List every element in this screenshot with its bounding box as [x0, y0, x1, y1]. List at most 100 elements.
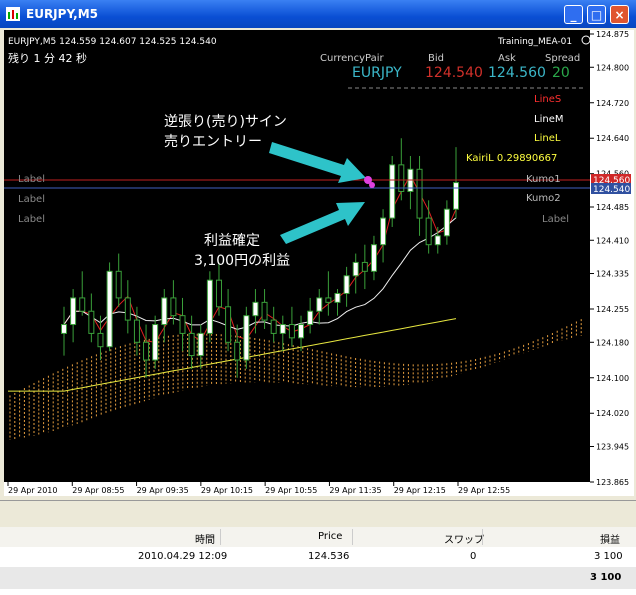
header-spread: Spread	[545, 53, 580, 64]
time-tick-label: 29 Apr 12:55	[458, 486, 510, 495]
candle-body	[398, 164, 405, 192]
candle-body	[425, 217, 432, 246]
candle-body	[70, 297, 77, 326]
row-price: 124.536	[308, 551, 350, 562]
line-s-label: LineS	[534, 94, 561, 105]
chart-window: EURJPY,M5 _ □ × 124.875 124.800 124.720 124…	[0, 0, 636, 500]
candle-body	[370, 244, 377, 272]
price-tick-label: 123.865	[596, 478, 629, 487]
candle-body	[88, 310, 95, 334]
total-profit: 3 100	[590, 572, 622, 583]
candle-body	[79, 297, 86, 312]
candle-body	[389, 164, 396, 219]
candle-body	[152, 324, 159, 361]
candle-body	[170, 297, 177, 317]
time-tick-label: 29 Apr 2010	[8, 486, 57, 495]
candle-body	[225, 306, 232, 343]
maximize-button[interactable]: □	[587, 5, 606, 24]
col-time-header[interactable]: 時間	[195, 531, 215, 546]
candle-body	[124, 297, 131, 321]
candle-body	[434, 235, 441, 246]
price-tick-label: 124.100	[596, 374, 629, 383]
current-price-tag-text: 124.540	[593, 185, 630, 195]
candle-body	[261, 301, 268, 321]
time-tick-label: 29 Apr 08:55	[72, 486, 124, 495]
price-chart[interactable]: 124.875 124.800 124.720 124.640 124.560 124.4…	[4, 30, 634, 496]
candle-body	[97, 332, 104, 348]
spread-value: 20	[552, 65, 570, 81]
table-row[interactable]: 2010.04.29 12:09 124.536 0 3 100	[0, 547, 636, 568]
col-swap-header[interactable]: スワップ	[444, 531, 484, 546]
col-profit-header[interactable]: 損益	[600, 531, 620, 546]
window-title: EURJPY,M5	[26, 7, 98, 21]
close-button[interactable]: ×	[610, 5, 629, 24]
label-left-1: Label	[18, 174, 45, 185]
candle-body	[106, 270, 113, 348]
candle-body	[380, 217, 387, 246]
profit-annotation-line1: 利益確定	[204, 233, 260, 249]
candle-body	[325, 297, 332, 303]
candle-body	[307, 310, 314, 326]
label-left-2: Label	[18, 194, 45, 205]
exit-marker	[369, 182, 375, 188]
candle-body	[252, 301, 259, 317]
candle-body	[179, 315, 186, 334]
header-currency-pair: CurrencyPair	[320, 53, 385, 64]
candle-body	[443, 208, 450, 237]
bar-timer: 残り 1 分 42 秒	[8, 51, 87, 65]
terminal-tab-strip[interactable]	[0, 501, 636, 528]
candle-body	[334, 292, 341, 303]
candle-body	[206, 279, 213, 334]
kumo1-label: Kumo1	[526, 174, 561, 185]
price-tick-label: 123.945	[596, 443, 629, 452]
minimize-button[interactable]: _	[564, 5, 583, 24]
line-l-label: LineL	[534, 133, 561, 144]
candle-body	[453, 182, 459, 210]
candle-body	[316, 297, 323, 312]
candle-body	[343, 275, 350, 294]
price-tick-label: 124.875	[596, 30, 629, 39]
candle-body	[361, 261, 368, 272]
candle-body	[352, 261, 359, 277]
label-left-3: Label	[18, 214, 45, 225]
candle-body	[288, 324, 295, 339]
terminal-table-header: 時間 Price スワップ 損益	[0, 527, 636, 548]
candle-body	[115, 270, 122, 299]
symbol-quote: EURJPY,M5 124.559 124.607 124.525 124.54…	[8, 37, 217, 47]
price-tick-label: 124.255	[596, 305, 629, 314]
price-tick-label: 124.720	[596, 99, 629, 108]
candle-body	[61, 324, 67, 334]
price-tick-label: 124.020	[596, 409, 629, 418]
price-tick-label: 124.180	[596, 338, 629, 347]
candle-body	[188, 332, 195, 357]
kairi-label: KairiL 0.29890667	[466, 153, 557, 164]
price-tick-label: 124.640	[596, 134, 629, 143]
price-tick-label: 124.410	[596, 236, 629, 245]
candle-body	[133, 319, 140, 343]
candle-body	[197, 332, 204, 357]
chart-frame: 124.875 124.800 124.720 124.640 124.560 124.4…	[4, 30, 634, 496]
candle-body	[416, 168, 423, 219]
ask-value: 124.560	[488, 65, 546, 81]
time-tick-label: 29 Apr 12:15	[394, 486, 446, 495]
time-tick-label: 29 Apr 10:55	[265, 486, 317, 495]
row-time: 2010.04.29 12:09	[138, 551, 228, 562]
line-m-label: LineM	[534, 114, 563, 125]
profit-annotation-line2: 3,100円の利益	[194, 253, 290, 269]
col-price-header[interactable]: Price	[318, 531, 342, 542]
candle-body	[279, 324, 286, 334]
candle-body	[143, 341, 150, 361]
price-tick-label: 124.335	[596, 270, 629, 279]
header-ask: Ask	[498, 53, 516, 64]
indicator-name: Training_MEA-01	[497, 37, 572, 47]
pair-value: EURJPY	[352, 65, 402, 81]
candle-body	[215, 279, 222, 308]
label-right: Label	[542, 214, 569, 225]
terminal-panel: 時間 Price スワップ 損益 2010.04.29 12:09 124.53…	[0, 500, 636, 595]
price-tick-label: 124.800	[596, 63, 629, 72]
entry-annotation-line1: 逆張り(売り)サイン	[164, 114, 287, 130]
row-swap: 0	[470, 551, 477, 562]
time-tick-label: 29 Apr 11:35	[329, 486, 381, 495]
title-bar[interactable]: EURJPY,M5 _ □ ×	[0, 0, 636, 28]
candle-body	[243, 315, 250, 361]
